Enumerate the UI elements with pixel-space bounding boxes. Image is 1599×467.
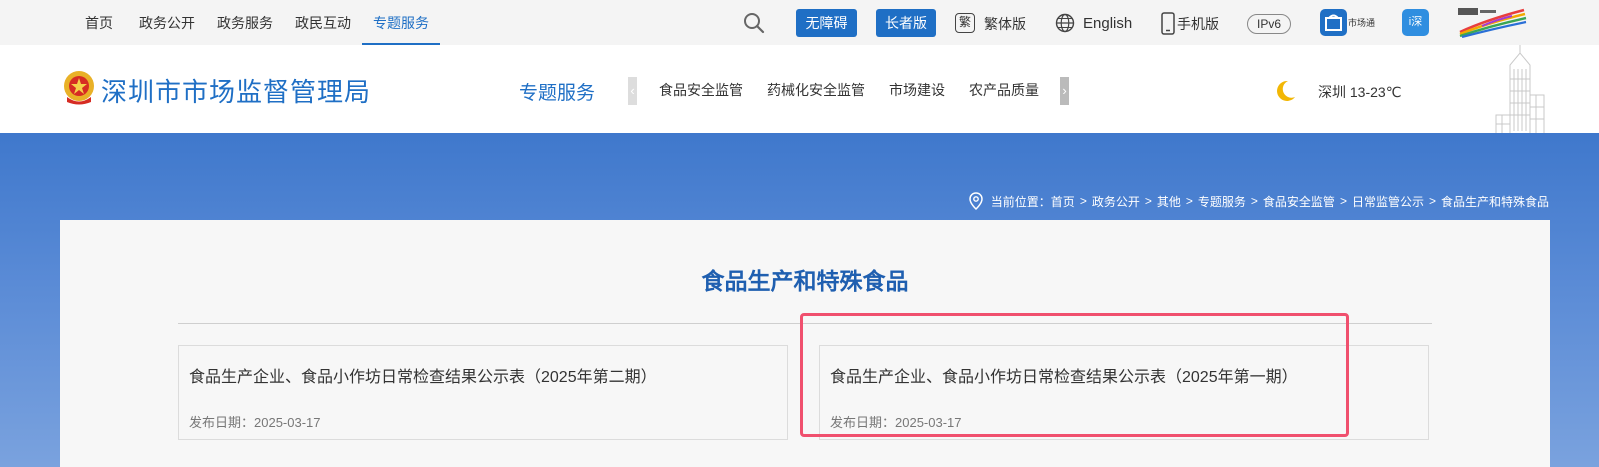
mobile-version-link[interactable]: 手机版 xyxy=(1177,0,1219,45)
accessibility-button[interactable]: 无障碍 xyxy=(796,9,857,37)
subnav: 食品安全监管药械化安全监管市场建设农产品质量安全 xyxy=(647,76,1039,104)
english-link[interactable]: English xyxy=(1083,0,1132,45)
globe-icon xyxy=(1055,13,1075,33)
subnav-next-button[interactable]: › xyxy=(1060,77,1069,105)
subnav-drug-safety[interactable]: 药械化安全监管 xyxy=(755,76,877,104)
ipv6-badge: IPv6 xyxy=(1247,14,1291,34)
topnav-interaction[interactable]: 政民互动 xyxy=(284,0,362,45)
breadcrumb-separator: > xyxy=(1079,194,1087,208)
breadcrumb-separator: > xyxy=(1144,194,1152,208)
weather-text: 深圳 13-23℃ xyxy=(1318,84,1402,100)
breadcrumb-separator: > xyxy=(1428,194,1436,208)
breadcrumb-separator: > xyxy=(1185,194,1193,208)
breadcrumb-current[interactable]: 食品生产和特殊食品 xyxy=(1441,193,1549,210)
topnav-special-services[interactable]: 专题服务 xyxy=(362,0,440,45)
breadcrumb-home[interactable]: 首页 xyxy=(1051,193,1075,210)
market-app-label: 市场通 xyxy=(1348,18,1376,28)
breadcrumb-special-services[interactable]: 专题服务 xyxy=(1198,193,1246,210)
location-pin-icon xyxy=(969,192,983,210)
article-date: 发布日期：2025-03-17 xyxy=(830,415,962,430)
topnav-home[interactable]: 首页 xyxy=(70,0,128,45)
traditional-chinese-link[interactable]: 繁体版 xyxy=(984,0,1026,45)
article-title[interactable]: 食品生产企业、食品小作坊日常检查结果公示表（2025年第二期） xyxy=(189,363,657,387)
subnav-food-safety[interactable]: 食品安全监管 xyxy=(647,76,755,104)
article-date: 发布日期：2025-03-17 xyxy=(189,415,321,430)
subnav-prev-button[interactable]: ‹ xyxy=(628,77,637,105)
article-card[interactable]: 食品生产企业、食品小作坊日常检查结果公示表（2025年第二期） 发布日期：202… xyxy=(178,345,788,440)
breadcrumb-other[interactable]: 其他 xyxy=(1157,193,1181,210)
breadcrumb: 当前位置： 首页 > 政务公开 > 其他 > 专题服务 > 食品安全监管 > 日… xyxy=(969,192,1549,210)
mobile-phone-icon xyxy=(1161,12,1175,35)
ishenzhen-app-icon[interactable]: i深 xyxy=(1402,9,1429,36)
breadcrumb-separator: > xyxy=(1250,194,1258,208)
top-nav: 首页 政务公开 政务服务 政民互动 专题服务 xyxy=(70,0,440,45)
traditional-chinese-icon: 繁 xyxy=(955,13,975,33)
breadcrumb-daily-supervision[interactable]: 日常监管公示 xyxy=(1352,193,1424,210)
breadcrumb-prefix: 当前位置： xyxy=(990,194,1051,209)
subnav-agri-quality[interactable]: 农产品质量安全 xyxy=(957,76,1039,104)
search-icon[interactable] xyxy=(742,11,766,35)
emblem-icon xyxy=(64,71,94,105)
breadcrumb-gov-public[interactable]: 政务公开 xyxy=(1092,193,1140,210)
topnav-gov-services[interactable]: 政务服务 xyxy=(206,0,284,45)
article-card[interactable]: 食品生产企业、食品小作坊日常检查结果公示表（2025年第一期） 发布日期：202… xyxy=(819,345,1429,440)
breadcrumb-food-safety[interactable]: 食品安全监管 xyxy=(1263,193,1335,210)
market-app-icon[interactable] xyxy=(1320,9,1347,36)
article-title[interactable]: 食品生产企业、食品小作坊日常检查结果公示表（2025年第一期） xyxy=(830,363,1298,387)
section-title: 专题服务 xyxy=(519,83,596,104)
moon-icon xyxy=(1277,80,1295,101)
title-divider xyxy=(178,323,1432,324)
top-bar: 首页 政务公开 政务服务 政民互动 专题服务 无障碍 长者版 繁 繁体版 Eng… xyxy=(0,0,1599,45)
page-title: 食品生产和特殊食品 xyxy=(701,268,909,294)
topnav-gov-affairs-public[interactable]: 政务公开 xyxy=(128,0,206,45)
shenzhen-logo xyxy=(1458,8,1527,38)
site-header: 深圳市市场监督管理局 专题服务 ‹ 食品安全监管 药械化安全监管 市场建设 农产品质量… xyxy=(0,45,1599,133)
subnav-market-construction[interactable]: 市场建设 xyxy=(877,76,957,104)
content-panel: 食品生产和特殊食品 食品生产企业、食品小作坊日常检查结果公示表（2025年第二期… xyxy=(60,220,1550,467)
site-title[interactable]: 深圳市市场监督管理局 xyxy=(101,72,371,109)
elder-mode-button[interactable]: 长者版 xyxy=(876,9,936,37)
breadcrumb-separator: > xyxy=(1339,194,1347,208)
building-illustration xyxy=(1495,45,1545,133)
